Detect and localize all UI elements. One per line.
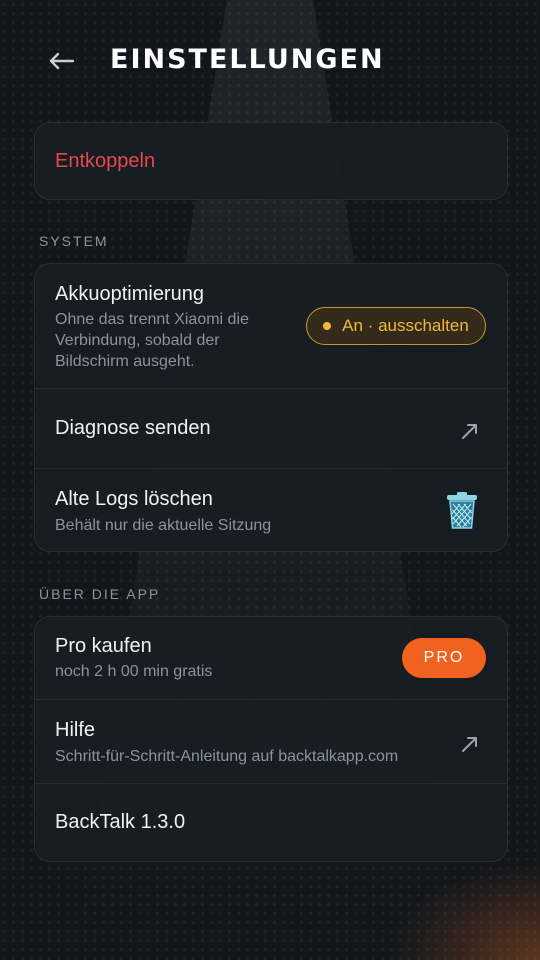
pro-button-label: PRO — [423, 649, 465, 666]
delete-old-logs-row[interactable]: Alte Logs löschen Behält nur die aktuell… — [35, 468, 507, 551]
help-label: Hilfe — [55, 719, 96, 741]
delete-old-logs-label: Alte Logs löschen — [55, 488, 213, 510]
trash-icon — [447, 492, 477, 529]
buy-pro-label: Pro kaufen — [55, 635, 152, 657]
section-title-system: SYSTEM — [39, 233, 109, 249]
battery-optimization-status: An · ausschalten — [342, 316, 469, 335]
help-row[interactable]: Hilfe Schritt-für-Schritt-Anleitung auf … — [35, 699, 507, 783]
about-card: Pro kaufen noch 2 h 00 min gratis PRO Hi… — [34, 616, 508, 862]
delete-old-logs-description: Behält nur die aktuelle Sitzung — [55, 517, 272, 534]
account-card: Entkoppeln — [34, 122, 508, 200]
external-link-icon — [462, 424, 477, 439]
app-version-row: BackTalk 1.3.0 — [35, 783, 507, 861]
send-diagnostics-label: Diagnose senden — [55, 417, 211, 439]
back-button[interactable] — [44, 46, 78, 76]
arrow-left-icon — [49, 52, 75, 70]
trial-remaining-text: noch 2 h 00 min gratis — [55, 663, 213, 680]
page-title: EINSTELLUNGEN — [110, 44, 385, 75]
buy-pro-row[interactable]: Pro kaufen noch 2 h 00 min gratis PRO — [35, 617, 507, 699]
app-header: EINSTELLUNGEN — [0, 30, 540, 92]
unpair-label: Entkoppeln — [55, 150, 156, 172]
help-description: Schritt-für-Schritt-Anleitung auf backta… — [55, 748, 399, 765]
app-version-label: BackTalk 1.3.0 — [55, 811, 186, 833]
battery-optimization-label: Akkuoptimierung — [55, 283, 204, 305]
unpair-row[interactable]: Entkoppeln — [35, 123, 507, 199]
battery-optimization-row[interactable]: Akkuoptimierung Ohne das trennt Xiaomi d… — [35, 264, 507, 388]
battery-optimization-description: Ohne das trennt Xiaomi die Verbindung, s… — [55, 311, 249, 370]
battery-optimization-toggle-button[interactable]: An · ausschalten — [306, 307, 486, 345]
send-diagnostics-row[interactable]: Diagnose senden — [35, 388, 507, 468]
section-title-about: ÜBER DIE APP — [39, 586, 161, 602]
system-card: Akkuoptimierung Ohne das trennt Xiaomi d… — [34, 263, 508, 552]
buy-pro-button[interactable]: PRO — [402, 638, 486, 678]
status-dot-icon — [323, 322, 332, 330]
external-link-icon — [462, 737, 477, 752]
